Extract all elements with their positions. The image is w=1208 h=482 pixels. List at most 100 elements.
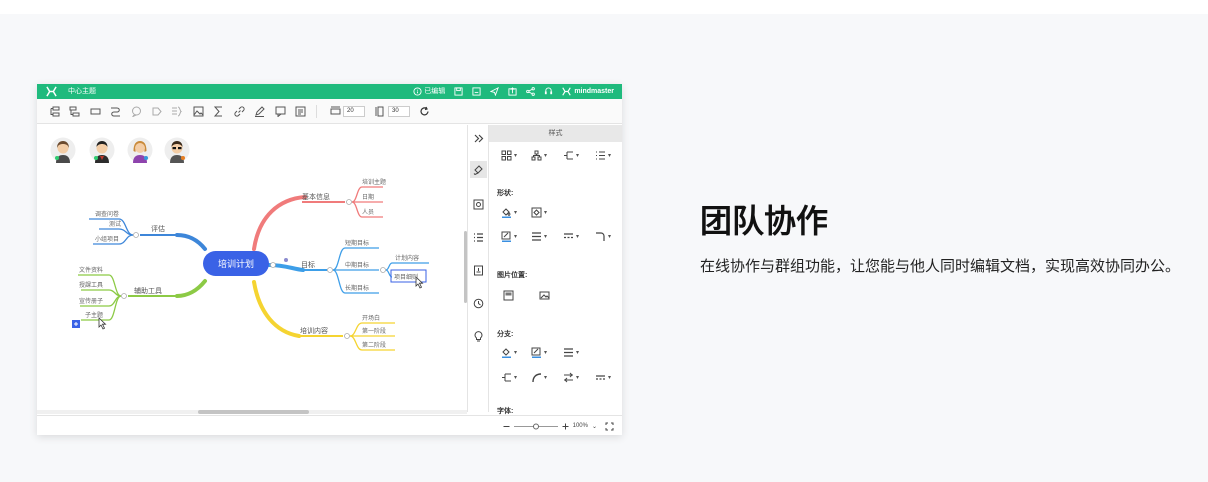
node-stage-two[interactable]: 第二阶段 — [362, 341, 386, 349]
shape-dropdown[interactable]: ▾ — [531, 207, 547, 218]
chevron-down-icon[interactable]: ⌄ — [592, 423, 597, 430]
numbering-dropdown[interactable]: ▾ — [595, 150, 611, 161]
chevron-down-icon: ▾ — [544, 375, 548, 381]
zoom-out-icon[interactable] — [503, 423, 510, 430]
mindmaster-logo-icon — [46, 86, 57, 97]
feature-title: 团队协作 — [700, 203, 829, 239]
mindmap-diagram[interactable]: 培训计划 基本信息 培训主题 日期 人员 目标 短期目标 中期目标 长期目标 计… — [37, 125, 467, 412]
title-bar: 中心主题 已编辑 mindmaster — [37, 84, 622, 99]
structure-dropdown[interactable]: ▾ — [531, 150, 547, 161]
chevron-down-icon: ▾ — [576, 375, 580, 381]
branch-curve-dropdown[interactable]: ▾ — [531, 372, 547, 383]
branch-dash-dropdown[interactable]: ▾ — [595, 372, 611, 383]
chevron-down-icon: ▾ — [608, 234, 612, 240]
relationship-icon[interactable] — [110, 106, 121, 117]
image-icon[interactable] — [193, 106, 204, 117]
branch-line-weight-dropdown[interactable]: ▾ — [563, 347, 579, 358]
idea-bulb-icon[interactable] — [473, 331, 484, 342]
border-dash-dropdown[interactable]: ▾ — [563, 231, 579, 242]
image-position-right-option[interactable] — [539, 290, 550, 301]
node-project-details[interactable]: 项目细则 — [394, 273, 418, 281]
node-teaching-tools[interactable]: 授課工具 — [79, 281, 103, 289]
insert-subtopic-icon[interactable] — [69, 106, 80, 117]
history-clock-icon[interactable] — [473, 298, 484, 309]
node-personnel[interactable]: 人员 — [362, 209, 374, 216]
send-icon[interactable] — [490, 87, 500, 96]
node-opening[interactable]: 开场白 — [362, 314, 380, 322]
pen-icon[interactable] — [254, 106, 265, 117]
branch-fill-dropdown[interactable]: ▾ — [501, 347, 517, 358]
chevron-down-icon: ▾ — [608, 375, 612, 381]
node-stage-one[interactable]: 第一阶段 — [362, 327, 386, 335]
node-group-project[interactable]: 小组项目 — [95, 235, 119, 243]
horizontal-scrollbar[interactable] — [37, 410, 467, 414]
border-weight-dropdown[interactable]: ▾ — [531, 231, 547, 242]
node-long-term-goal[interactable]: 长期目标 — [345, 284, 369, 292]
height-icon — [375, 106, 386, 117]
chevron-down-icon: ▾ — [544, 234, 548, 240]
zoom-slider[interactable] — [513, 423, 558, 430]
style-brush-icon[interactable] — [470, 161, 487, 178]
branch-goals[interactable]: 目标 — [301, 260, 315, 269]
fill-color-dropdown[interactable]: ▾ — [501, 207, 517, 218]
node-questionnaire[interactable]: 调查问卷 — [95, 210, 119, 218]
export-icon[interactable] — [508, 87, 517, 96]
app-screenshot: 中心主题 已编辑 mindmaster 20 30 培训计划 基本信息 培训主题… — [37, 84, 622, 435]
corner-dropdown[interactable]: ▾ — [595, 231, 611, 242]
save-icon[interactable] — [454, 87, 463, 96]
summary-icon[interactable] — [171, 106, 182, 117]
node-mid-term-goal[interactable]: 中期目标 — [345, 261, 369, 269]
image-position-left-option[interactable] — [503, 290, 514, 301]
note-icon[interactable] — [295, 106, 306, 117]
support-icon[interactable] — [544, 87, 553, 96]
link-icon[interactable] — [234, 106, 245, 117]
width-input[interactable]: 20 — [343, 106, 365, 117]
branch-line-color-dropdown[interactable]: ▾ — [531, 347, 547, 358]
save-as-icon[interactable] — [472, 87, 481, 96]
callout-icon[interactable] — [131, 106, 142, 117]
branch-basic-info[interactable]: 基本信息 — [302, 192, 330, 201]
branch-evaluation[interactable]: 评估 — [151, 224, 165, 233]
branch-arrow-dropdown[interactable]: ▾ — [563, 372, 579, 383]
outline-list-icon[interactable] — [473, 232, 484, 243]
formula-icon[interactable] — [213, 106, 224, 117]
center-topic-label[interactable]: 培训计划 — [218, 258, 254, 270]
layout-grid-dropdown[interactable]: ▾ — [501, 150, 517, 161]
branch-connector-dropdown[interactable]: ▾ — [501, 372, 517, 383]
height-input[interactable]: 30 — [388, 106, 410, 117]
node-training-theme[interactable]: 培训主题 — [362, 178, 386, 186]
node-test[interactable]: 测试 — [109, 220, 121, 228]
collapse-panel-icon[interactable] — [473, 133, 484, 144]
node-brochure[interactable]: 宣传册子 — [79, 297, 103, 305]
node-date[interactable]: 日期 — [362, 193, 374, 201]
zoom-in-icon[interactable] — [562, 423, 569, 430]
branch-aux-tools[interactable]: 辅助工具 — [134, 286, 162, 295]
branch-training-content[interactable]: 培训内容 — [300, 326, 328, 335]
node-plan-content[interactable]: 计划内容 — [395, 254, 419, 262]
horizontal-scroll-thumb[interactable] — [198, 410, 309, 414]
border-color-dropdown[interactable]: ▾ — [501, 231, 517, 242]
insert-topic-icon[interactable] — [50, 106, 61, 117]
boundary-icon[interactable] — [151, 106, 162, 117]
zoom-level[interactable]: 100% — [573, 423, 588, 429]
image-panel-icon[interactable] — [473, 199, 484, 210]
edit-status-text: 已编辑 — [424, 88, 446, 95]
fullscreen-icon[interactable] — [605, 422, 614, 431]
brand: mindmaster — [562, 87, 614, 96]
connector-dropdown[interactable]: ▾ — [563, 150, 579, 161]
chevron-down-icon: ▾ — [514, 350, 518, 356]
refresh-icon[interactable] — [419, 106, 430, 117]
chevron-down-icon: ▾ — [576, 153, 580, 159]
node-short-term-goal[interactable]: 短期目标 — [345, 239, 369, 247]
node-subtopic[interactable]: 子主题 — [85, 311, 103, 319]
comment-icon[interactable] — [275, 106, 286, 117]
floating-topic-icon[interactable] — [90, 106, 101, 117]
document-title[interactable]: 中心主题 — [68, 87, 96, 96]
node-documents[interactable]: 文件资料 — [79, 266, 103, 274]
zoom-controls: 100% ⌄ — [503, 421, 614, 431]
share-icon[interactable] — [526, 87, 536, 96]
status-bar: 100% ⌄ — [37, 415, 622, 435]
chevron-down-icon: ▾ — [514, 210, 518, 216]
notes-panel-icon[interactable] — [473, 265, 484, 276]
right-icon-sidebar — [467, 125, 489, 412]
